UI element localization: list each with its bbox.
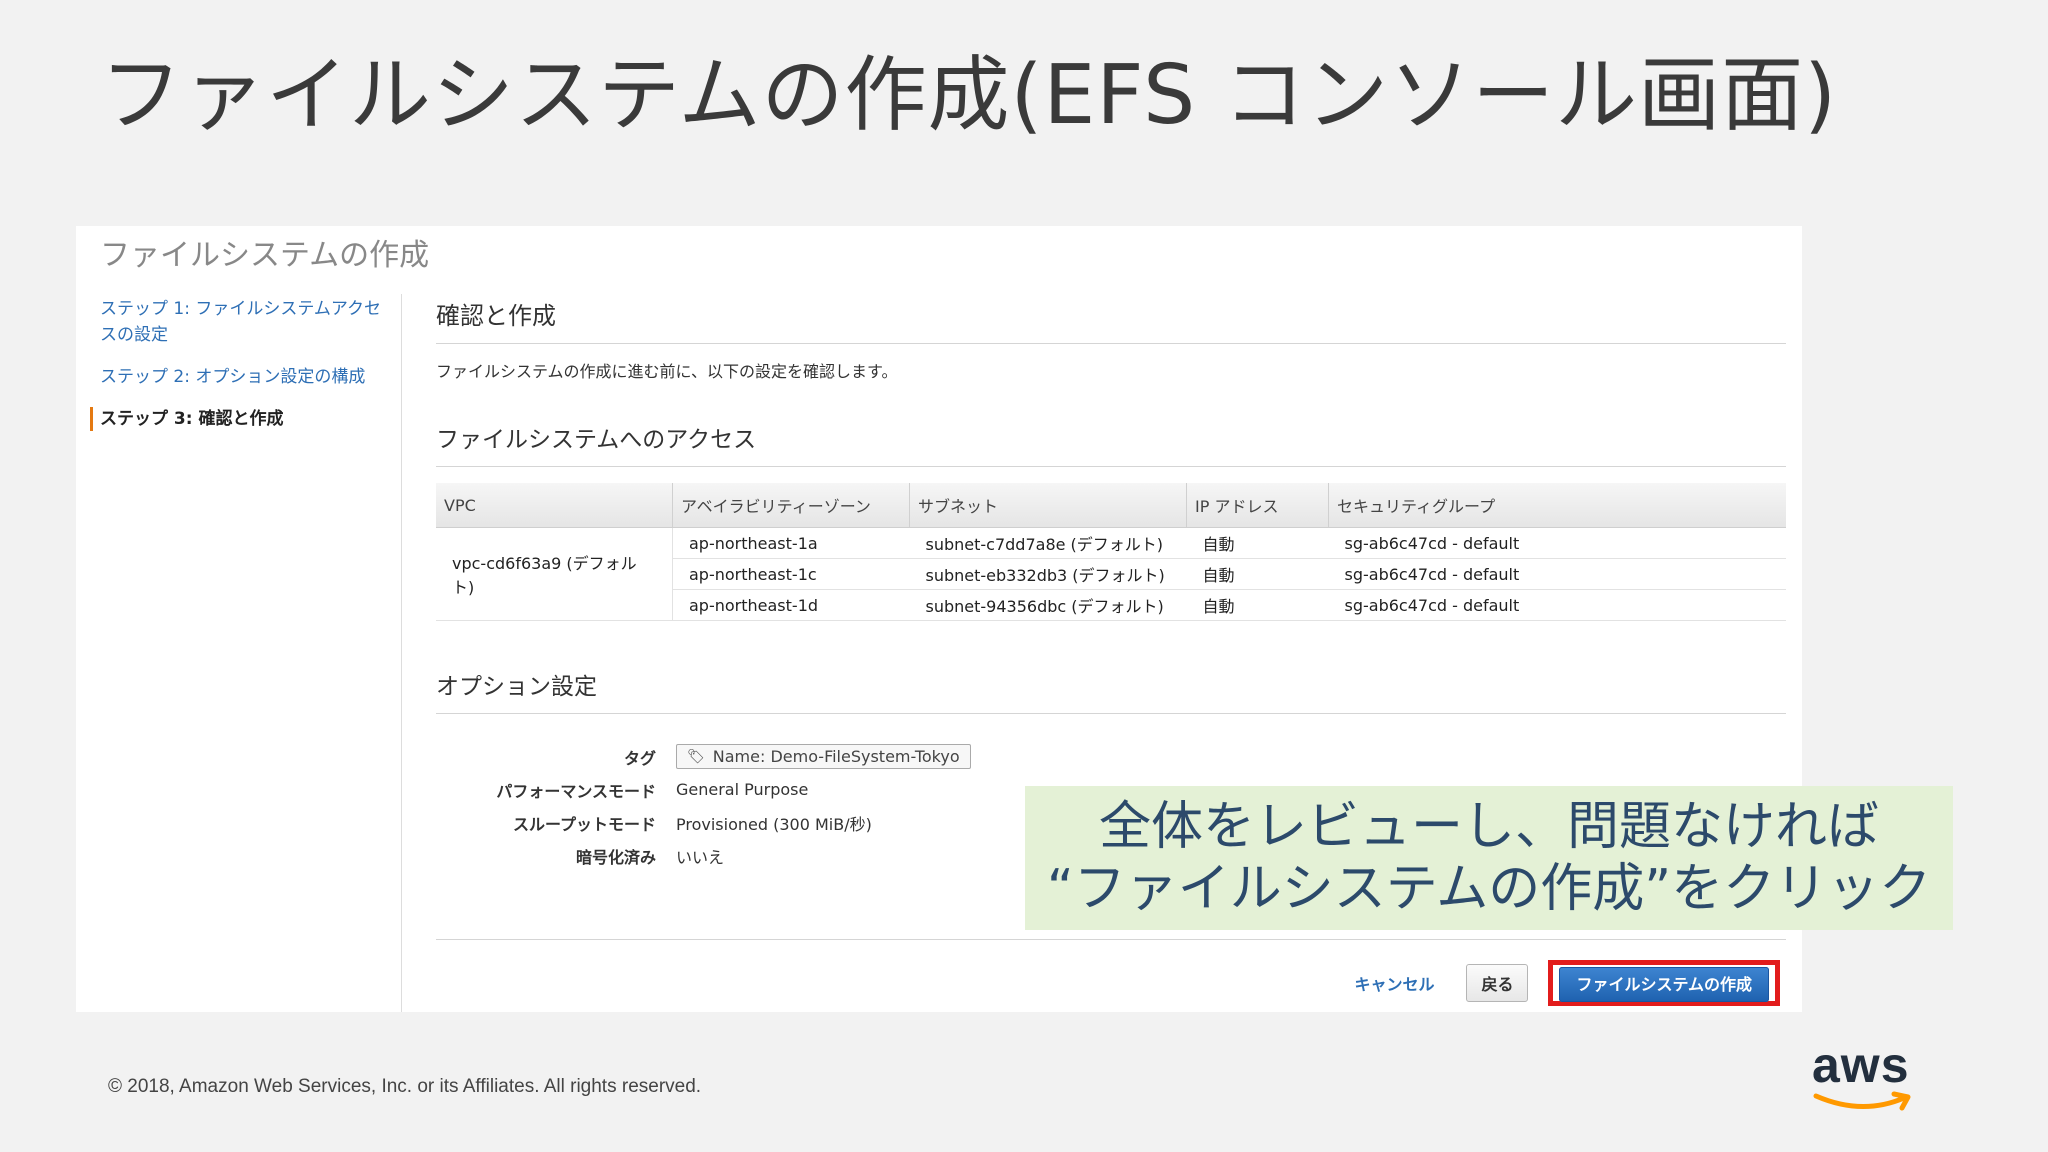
- throughput-value: Provisioned (300 MiB/秒): [676, 814, 872, 834]
- cancel-button[interactable]: キャンセル: [1342, 971, 1446, 995]
- aws-logo: aws: [1812, 1040, 1916, 1112]
- ip-cell: 自動: [1186, 589, 1329, 621]
- instruction-callout: 全体をレビューし、問題なければ “ファイルシステムの作成”をクリック: [1025, 786, 1953, 930]
- create-button-highlight: ファイルシステムの作成: [1548, 960, 1780, 1006]
- tag-label: タグ: [623, 748, 656, 768]
- subnet-cell: subnet-c7dd7a8e (デフォルト): [909, 527, 1187, 559]
- review-description: ファイルシステムの作成に進む前に、以下の設定を確認します。: [436, 362, 898, 381]
- options-heading: オプション設定: [436, 667, 1786, 714]
- create-file-system-button[interactable]: ファイルシステムの作成: [1559, 967, 1769, 1002]
- tag-chip: 🏷 Name: Demo-FileSystem-Tokyo: [676, 744, 971, 769]
- aws-logo-text: aws: [1812, 1037, 1910, 1093]
- access-table: VPC アベイラビリティーゾーン サブネット IP アドレス セキュリティグルー…: [436, 483, 1786, 621]
- callout-line-1: 全体をレビューし、問題なければ: [1098, 797, 1879, 857]
- sg-cell: sg-ab6c47cd - default: [1328, 527, 1786, 559]
- copyright-footer: © 2018, Amazon Web Services, Inc. or its…: [108, 1076, 702, 1097]
- encryption-label: 暗号化済み: [575, 847, 656, 867]
- tag-icon: 🏷: [687, 748, 705, 765]
- slide-title: ファイルシステムの作成(EFS コンソール画面): [100, 48, 1838, 143]
- action-bar: キャンセル 戻る ファイルシステムの作成: [1342, 960, 1780, 1006]
- col-subnet: サブネット: [909, 483, 1187, 528]
- callout-line-2: “ファイルシステムの作成”をクリック: [1046, 859, 1932, 919]
- col-vpc: VPC: [436, 483, 673, 528]
- az-cell: ap-northeast-1c: [672, 558, 910, 590]
- table-row: vpc-cd6f63a9 (デフォルト) ap-northeast-1a sub…: [436, 527, 1786, 621]
- az-cell: ap-northeast-1a: [672, 527, 910, 559]
- vpc-cell: vpc-cd6f63a9 (デフォルト): [436, 527, 673, 621]
- subnet-cell: subnet-eb332db3 (デフォルト): [909, 558, 1187, 590]
- col-ip: IP アドレス: [1186, 483, 1329, 528]
- review-heading: 確認と作成: [436, 296, 1786, 344]
- subnet-cell: subnet-94356dbc (デフォルト): [909, 589, 1187, 621]
- encryption-value: いいえ: [676, 847, 725, 867]
- option-row-tag: タグ 🏷 Name: Demo-FileSystem-Tokyo: [436, 740, 1786, 773]
- az-cell: ap-northeast-1d: [672, 589, 910, 621]
- footer-divider: [436, 939, 1786, 940]
- ip-cell: 自動: [1186, 558, 1329, 590]
- sg-cell: sg-ab6c47cd - default: [1328, 558, 1786, 590]
- col-az: アベイラビリティーゾーン: [672, 483, 910, 528]
- nav-step-1[interactable]: ステップ 1: ファイルシステムアクセスの設定: [76, 296, 401, 348]
- access-heading: ファイルシステムへのアクセス: [436, 420, 1786, 467]
- step-nav: ステップ 1: ファイルシステムアクセスの設定 ステップ 2: オプション設定の…: [76, 296, 401, 448]
- nav-divider: [401, 294, 402, 1012]
- performance-label: パフォーマンスモード: [496, 781, 656, 801]
- performance-value: General Purpose: [676, 780, 809, 799]
- tag-value: Name: Demo-FileSystem-Tokyo: [712, 747, 960, 766]
- throughput-label: スループットモード: [512, 814, 656, 834]
- back-button[interactable]: 戻る: [1466, 964, 1529, 1002]
- nav-step-2[interactable]: ステップ 2: オプション設定の構成: [76, 364, 401, 390]
- ip-cell: 自動: [1186, 527, 1329, 559]
- panel-title: ファイルシステムの作成: [100, 238, 430, 273]
- col-sg: セキュリティグループ: [1328, 483, 1786, 528]
- aws-smile-icon: [1813, 1091, 1911, 1111]
- sg-cell: sg-ab6c47cd - default: [1328, 589, 1786, 621]
- nav-step-3: ステップ 3: 確認と作成: [76, 406, 401, 432]
